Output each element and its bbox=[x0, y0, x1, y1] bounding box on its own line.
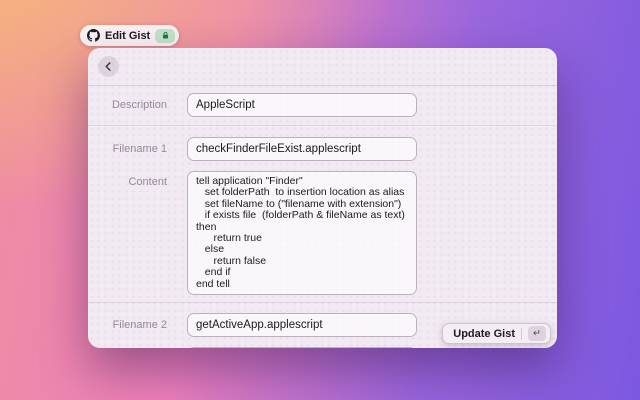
button-divider bbox=[521, 328, 522, 340]
chevron-left-icon bbox=[104, 62, 113, 71]
update-gist-label: Update Gist bbox=[453, 328, 515, 340]
divider bbox=[88, 125, 557, 126]
content-2-textarea[interactable]: tell application "System Events" set act… bbox=[187, 347, 417, 348]
app-title-pill[interactable]: Edit Gist bbox=[80, 25, 179, 46]
back-button[interactable] bbox=[98, 56, 119, 77]
form-row-filename-1: Filename 1 bbox=[88, 137, 557, 161]
description-label: Description bbox=[88, 99, 187, 111]
edit-gist-window: Description Filename 1 Content tell appl… bbox=[88, 48, 557, 348]
update-gist-button[interactable]: Update Gist ↵ bbox=[442, 323, 551, 344]
return-key-icon: ↵ bbox=[528, 326, 546, 341]
filename-2-label: Filename 2 bbox=[88, 319, 187, 331]
form-row-content-2: Content tell application "System Events"… bbox=[88, 347, 557, 348]
filename-2-input[interactable] bbox=[187, 313, 417, 337]
github-icon bbox=[87, 29, 100, 42]
secret-gist-badge bbox=[155, 29, 175, 43]
content-2-label: Content bbox=[88, 347, 187, 348]
lock-icon bbox=[161, 31, 170, 40]
window-header bbox=[88, 48, 557, 86]
filename-1-label: Filename 1 bbox=[88, 143, 187, 155]
content-1-label: Content bbox=[88, 171, 187, 188]
description-input[interactable] bbox=[187, 93, 417, 117]
form-row-content-1: Content tell application "Finder" set fo… bbox=[88, 171, 557, 295]
filename-1-input[interactable] bbox=[187, 137, 417, 161]
form-row-description: Description bbox=[88, 93, 557, 117]
divider bbox=[88, 302, 557, 303]
desktop-background: Edit Gist Description Filename 1 bbox=[0, 0, 640, 400]
content-1-textarea[interactable]: tell application "Finder" set folderPath… bbox=[187, 171, 417, 295]
app-title: Edit Gist bbox=[105, 30, 150, 42]
